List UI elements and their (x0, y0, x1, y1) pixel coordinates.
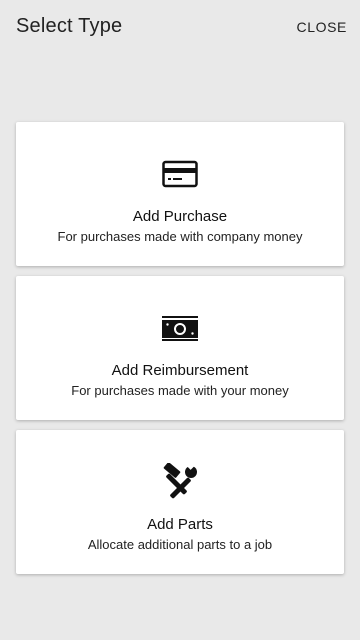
card-subtitle: For purchases made with your money (71, 383, 289, 398)
card-title: Add Reimbursement (111, 362, 249, 379)
card-title: Add Parts (147, 516, 213, 533)
credit-card-icon (160, 158, 200, 190)
page-title: Select Type (16, 15, 123, 37)
add-reimbursement-card[interactable]: Add Reimbursement For purchases made wit… (16, 276, 344, 420)
type-options-list: Add Purchase For purchases made with com… (16, 122, 344, 584)
add-purchase-card[interactable]: Add Purchase For purchases made with com… (16, 122, 344, 266)
add-parts-card[interactable]: Add Parts Allocate additional parts to a… (16, 430, 344, 574)
card-subtitle: Allocate additional parts to a job (87, 537, 273, 552)
tools-icon (160, 463, 200, 499)
header: Select Type CLOSE (0, 0, 360, 56)
cash-icon (160, 312, 200, 344)
close-button[interactable]: CLOSE (297, 19, 347, 35)
card-title: Add Purchase (132, 208, 228, 225)
card-subtitle: For purchases made with company money (57, 229, 303, 244)
